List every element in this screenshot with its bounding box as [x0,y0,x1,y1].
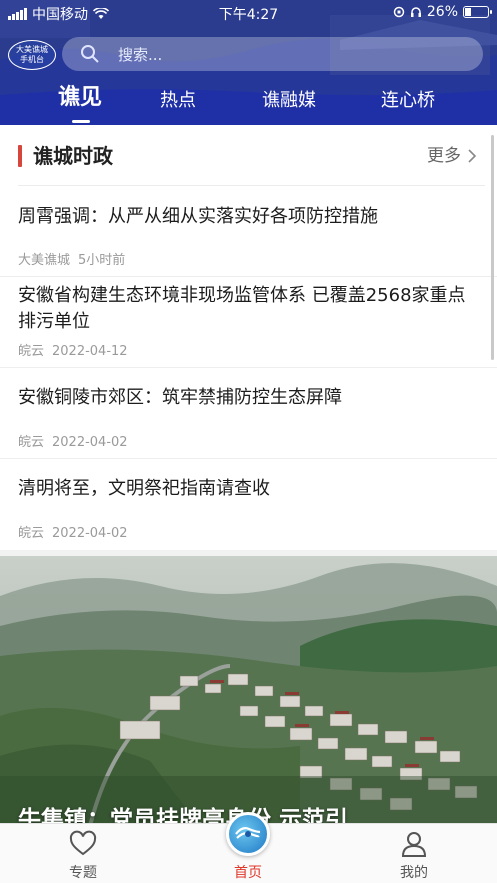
app-header: 中国移动 下午4:27 26% 大美谯城 手机台 搜索... 谯见 热点 谯融媒… [0,0,497,125]
news-title[interactable]: 周霄强调：从严从细从实落实好各项防控措施 [18,204,478,230]
search-input[interactable]: 搜索... [118,44,162,65]
active-tab-indicator [72,120,90,123]
section-accent-bar [18,145,22,167]
news-title[interactable]: 清明将至，文明祭祀指南请查收 [18,476,478,502]
nav-label: 我的 [400,865,428,881]
tab-qiaojian[interactable]: 谯见 [52,83,108,113]
news-source: 皖云 [18,526,45,541]
news-item[interactable]: 周霄强调：从严从细从实落实好各项防控措施 大美谯城 5小时前 [0,186,497,276]
top-tabs: 谯见 热点 谯融媒 连心桥 [0,80,497,125]
news-source: 大美谯城 [18,253,71,268]
battery-fill [465,8,471,16]
battery-percent: 26% [426,4,458,20]
news-source: 皖云 [18,344,45,359]
tab-hot[interactable]: 热点 [152,86,204,116]
section-title: 谯城时政 [33,144,113,168]
tab-lianxin-bridge[interactable]: 连心桥 [373,86,443,116]
nav-item-home[interactable]: 首页 [188,812,308,883]
logo-text-line1: 大美谯城 [16,45,48,54]
search-bar[interactable]: 搜索... [62,37,483,71]
section-header: 谯城时政 更多 [18,141,485,171]
banner-photo [0,556,497,826]
tab-qiao-media[interactable]: 谯融媒 [254,86,324,116]
news-title[interactable]: 安徽铜陵市郊区：筑牢禁捕防控生态屏障 [18,385,478,411]
status-right: 26% [393,4,492,20]
news-source: 皖云 [18,435,45,450]
nav-item-topics[interactable]: 专题 [23,824,143,883]
news-meta: 皖云 2022-04-02 [18,431,128,450]
more-label: 更多 [427,146,461,166]
status-bar: 中国移动 下午4:27 26% [0,0,497,26]
news-time: 2022-04-02 [52,435,128,450]
battery-icon [463,6,492,18]
news-meta: 皖云 2022-04-12 [18,340,128,359]
news-time: 5小时前 [78,253,126,268]
logo-text-line2: 手机台 [20,55,44,64]
nav-label: 首页 [234,865,262,881]
heart-icon [69,830,97,856]
bottom-navigation: 专题 首页 我的 [0,812,497,883]
more-button[interactable]: 更多 [427,141,477,171]
search-icon [81,45,99,63]
nav-item-mine[interactable]: 我的 [354,824,474,883]
news-item[interactable]: 安徽铜陵市郊区：筑牢禁捕防控生态屏障 皖云 2022-04-02 [0,368,497,458]
news-item[interactable]: 安徽省构建生态环境非现场监管体系 已覆盖2568家重点排污单位 皖云 2022-0… [0,277,497,367]
news-meta: 大美谯城 5小时前 [18,249,125,268]
news-time: 2022-04-12 [52,344,128,359]
nav-label: 专题 [69,865,97,881]
chevron-right-icon [468,149,477,163]
scrollbar[interactable] [491,135,494,360]
news-meta: 皖云 2022-04-02 [18,522,128,541]
news-section-card: 谯城时政 更多 周霄强调：从严从细从实落实好各项防控措施 大美谯城 5小时前 安徽… [0,125,497,550]
news-item[interactable]: 清明将至，文明祭祀指南请查收 皖云 2022-04-02 [0,459,497,550]
featured-banner[interactable]: 牛集镇：党员挂牌亮身份 示范引 [0,556,497,826]
person-icon [401,832,427,857]
orientation-lock-icon [393,6,405,18]
home-logo-icon [226,812,270,856]
news-time: 2022-04-02 [52,526,128,541]
app-logo[interactable]: 大美谯城 手机台 [8,40,56,70]
headphones-icon [410,7,421,17]
news-title[interactable]: 安徽省构建生态环境非现场监管体系 已覆盖2568家重点排污单位 [18,283,478,335]
